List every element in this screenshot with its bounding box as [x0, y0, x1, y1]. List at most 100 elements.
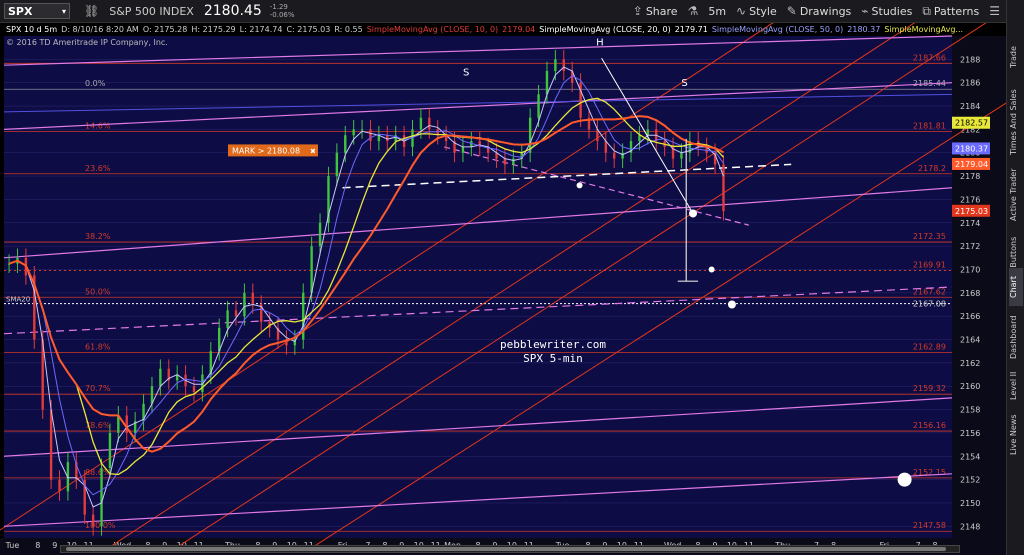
- info-symbol-period: SPX 10 d 5m: [6, 24, 58, 34]
- info-sma20: SimpleMovingAvg (CLOSE, 20, 0): [539, 24, 671, 34]
- y-tick-label: 2178: [960, 172, 980, 181]
- candle-body: [335, 152, 339, 177]
- y-tick-label: 2154: [960, 452, 980, 461]
- y-tick-label: 2152: [960, 476, 980, 485]
- y-tick-label: 2166: [960, 312, 980, 321]
- y-tick-label: 2148: [960, 522, 980, 531]
- menu-icon[interactable]: ☰: [989, 4, 1000, 18]
- x-tick-label: Tue: [5, 541, 20, 550]
- plot-background: [4, 36, 952, 538]
- axis-tag-label: 2175.03: [955, 207, 988, 216]
- candle-body: [621, 152, 624, 159]
- patterns-label: Patterns: [933, 4, 980, 18]
- candle-body: [226, 310, 229, 328]
- y-tick-label: 2170: [960, 265, 980, 274]
- sidebar-tab-trade[interactable]: Trade: [1009, 30, 1023, 85]
- candle-body: [100, 467, 103, 527]
- fib-label: 0.0%: [85, 79, 106, 88]
- candle-body: [251, 292, 255, 305]
- candle-body: [360, 129, 364, 131]
- info-range: R: 0.55: [334, 24, 363, 34]
- sidebar-tab-live-news[interactable]: Live News: [1009, 412, 1023, 458]
- fib-label: 70.7%: [85, 384, 111, 393]
- marker-dot: [727, 300, 736, 309]
- y-tick-label: 2176: [960, 195, 980, 204]
- fib-price-label: 2159.32: [913, 384, 946, 393]
- candle-body: [369, 129, 372, 142]
- candle-body: [545, 71, 549, 95]
- share-button[interactable]: ⇪ Share: [633, 4, 678, 18]
- y-tick-label: 2186: [960, 79, 980, 88]
- patterns-icon: ⧉: [922, 3, 931, 18]
- y-tick-label: 2164: [960, 336, 980, 345]
- last-price: 2180.45: [203, 3, 262, 19]
- right-sidebar: Trade Times And Sales Active Trader Big But…: [1006, 0, 1024, 555]
- candle-body: [234, 310, 238, 317]
- candle-body: [192, 386, 196, 393]
- candle-body: [512, 158, 515, 165]
- patterns-button[interactable]: ⧉ Patterns: [922, 4, 979, 19]
- fib-price-label: 2181.81: [913, 122, 946, 131]
- fib-label: 61.8%: [85, 342, 111, 351]
- scroll-thumb[interactable]: [66, 547, 946, 551]
- chart-scrollbar[interactable]: [60, 545, 960, 553]
- mark-label-text: MARK > 2180.08: [232, 146, 300, 155]
- y-tick-label: 2162: [960, 359, 980, 368]
- sidebar-tab-level-ii[interactable]: Level II: [1009, 370, 1023, 402]
- sidebar-tab-active-trader[interactable]: Active Trader: [1009, 162, 1023, 228]
- fib-price-label: 2156.16: [913, 421, 946, 430]
- symbol-name: S&P 500 INDEX: [109, 4, 194, 18]
- candle-body: [243, 292, 246, 317]
- pattern-label-h: H: [596, 37, 604, 48]
- interval-label: 5m: [708, 4, 727, 18]
- fib-price-label: 2147.58: [913, 521, 946, 530]
- info-sma20-val: 2179.71: [674, 24, 708, 34]
- watermark-line2: SPX 5-min: [523, 352, 583, 365]
- info-sma10: SimpleMovingAvg (CLOSE, 10, 0): [366, 24, 499, 34]
- candle-body: [419, 117, 423, 130]
- drawings-button[interactable]: ✎ Drawings: [787, 4, 852, 18]
- marker-dot: [708, 266, 715, 273]
- candle-body: [352, 129, 355, 136]
- fib-price-label: 2172.35: [913, 232, 946, 241]
- symbol-selector[interactable]: SPX ▾: [4, 3, 70, 19]
- fib-price-label: 2162.89: [913, 342, 946, 351]
- style-button[interactable]: ∿ Style: [736, 4, 777, 18]
- copyright: © 2016 TD Ameritrade IP Company, Inc.: [6, 38, 168, 47]
- style-icon: ∿: [736, 4, 747, 18]
- candle-body: [91, 514, 95, 527]
- fib-label: 14.6%: [85, 122, 111, 131]
- sidebar-tab-times-and-sales[interactable]: Times And Sales: [1009, 88, 1023, 156]
- chart-toolbar: SPX ▾ ⛓ S&P 500 INDEX 2180.45 -1.29 -0.0…: [0, 0, 1006, 23]
- price-chart[interactable]: 2148 2150 2152 2154 2156 2158 2160 2162 2164 2166…: [0, 0, 1006, 555]
- sidebar-tab-chart[interactable]: Chart: [1009, 268, 1023, 306]
- candle-body: [461, 146, 465, 153]
- candle-body: [638, 135, 641, 142]
- candle-body: [613, 152, 616, 159]
- axis-tag-label: 2180.37: [955, 144, 988, 153]
- candle-body: [58, 479, 61, 492]
- price-change: -1.29: [269, 3, 288, 11]
- y-tick-label: 2184: [960, 102, 980, 111]
- pencil-icon: ✎: [786, 4, 797, 18]
- studies-label: Studies: [871, 4, 913, 18]
- marker-dot: [897, 472, 912, 487]
- info-sma50-val: 2180.37: [847, 24, 881, 34]
- candle-body: [108, 432, 112, 468]
- share-icon: ⇪: [632, 4, 643, 18]
- studies-button[interactable]: ⌁ Studies: [861, 4, 912, 18]
- y-tick-label: 2172: [960, 242, 980, 251]
- y-tick-label: 2156: [960, 429, 980, 438]
- link-icon[interactable]: ⛓: [84, 4, 99, 18]
- sidebar-tab-dashboard[interactable]: Dashboard: [1009, 312, 1023, 362]
- interval-button[interactable]: 5m: [708, 5, 726, 18]
- fib-label: 23.6%: [85, 164, 111, 173]
- fib-label: 50.0%: [85, 287, 111, 296]
- candle-body: [344, 135, 347, 153]
- fib-price-label: 2178.2: [918, 164, 946, 173]
- flask-icon[interactable]: ⚗: [688, 4, 699, 18]
- candle-body: [503, 158, 507, 165]
- info-date: D: 8/10/16 8:20 AM: [61, 24, 139, 34]
- axis-tag-label: 2179.04: [955, 160, 988, 169]
- pattern-label-s: S: [463, 68, 469, 79]
